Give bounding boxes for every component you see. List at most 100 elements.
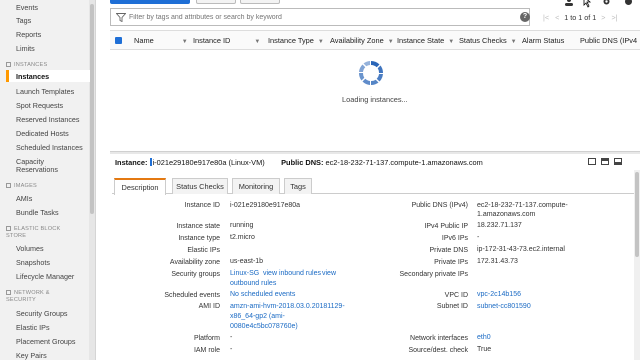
sidebar-scroll-thumb[interactable] — [90, 4, 94, 214]
first-page-icon[interactable]: |< — [543, 13, 549, 22]
sidebar-item-reserved-instances[interactable]: Reserved Instances — [16, 115, 80, 124]
tab-monitoring[interactable]: Monitoring — [232, 178, 280, 194]
sidebar-item-scheduled-instances[interactable]: Scheduled Instances — [16, 143, 83, 152]
sidebar-item-lifecycle-manager[interactable]: Lifecycle Manager — [16, 272, 74, 281]
panel-splitter[interactable] — [110, 151, 640, 154]
tab-description[interactable]: Description — [114, 178, 166, 195]
link-view-inbound-rules[interactable]: view inbound rules — [263, 270, 321, 278]
link-outbound-rules[interactable]: outbound rules — [230, 280, 276, 288]
label-subnet-id: Subnet ID — [436, 303, 468, 310]
link-ami-id-line1[interactable]: amzn-ami-hvm-2018.03.0.20181129- — [230, 303, 345, 311]
user-icon[interactable] — [564, 0, 574, 6]
column-header-instance-id[interactable]: Instance ID ▼ — [193, 36, 260, 45]
label-elastic-ips: Elastic IPs — [187, 247, 220, 254]
link-view[interactable]: view — [322, 270, 336, 278]
sidebar-item-dedicated-hosts[interactable]: Dedicated Hosts — [16, 129, 69, 138]
sidebar-item-elastic-ips[interactable]: Elastic IPs — [16, 323, 50, 332]
sidebar-item-launch-templates[interactable]: Launch Templates — [16, 87, 74, 96]
pagination: |< < 1 to 1 of 1 > >| — [540, 13, 621, 22]
link-ami-id-line2[interactable]: x86_64-gp2 (ami- — [230, 313, 285, 321]
sidebar-item-volumes[interactable]: Volumes — [16, 244, 44, 253]
label-ipv6-ips: IPv6 IPs — [441, 235, 468, 242]
sidebar-item-events[interactable]: Events — [16, 3, 38, 12]
label-private-ips: Private IPs — [434, 259, 468, 266]
column-header-alarm-status[interactable]: Alarm Status — [522, 36, 564, 45]
link-ami-id-line3[interactable]: 0080e4c5bc078760e) — [230, 323, 298, 331]
value-availability-zone: us-east-1b — [230, 258, 264, 265]
connect-button[interactable] — [196, 0, 236, 4]
label-ipv4-public-ip: IPv4 Public IP — [424, 223, 468, 230]
sidebar-item-reports[interactable]: Reports — [16, 30, 41, 39]
value-ipv4-public-ip: 18.232.71.137 — [477, 222, 522, 229]
sidebar-item-instances[interactable]: Instances — [16, 72, 49, 81]
sidebar-item-placement-groups[interactable]: Placement Groups — [16, 337, 76, 346]
sidebar-item-spot-requests[interactable]: Spot Requests — [16, 101, 63, 110]
minimize-panel-icon[interactable] — [614, 158, 622, 165]
public-dns-summary: ec2-18-232-71-137.compute-1.amazonaws.co… — [325, 158, 483, 167]
gear-icon[interactable] — [602, 0, 611, 6]
sidebar-item-limits[interactable]: Limits — [16, 44, 35, 53]
sidebar: Events Tags Reports Limits INSTANCES Ins… — [0, 0, 96, 360]
value-instance-type: t2.micro — [230, 234, 255, 241]
sidebar-item-tags[interactable]: Tags — [16, 16, 31, 25]
link-vpc-id[interactable]: vpc-2c14b156 — [477, 291, 521, 299]
detail-scrollbar[interactable] — [634, 170, 640, 360]
value-ipv6-ips: - — [477, 234, 480, 241]
collapse-icon — [6, 183, 11, 188]
value-private-ips: 172.31.43.73 — [477, 258, 518, 265]
value-iam-role: - — [230, 346, 233, 353]
tab-status-checks[interactable]: Status Checks — [172, 178, 228, 194]
section-instances[interactable]: INSTANCES — [6, 62, 47, 69]
column-header-status-checks[interactable]: Status Checks ▼ — [459, 36, 517, 45]
sidebar-item-snapshots[interactable]: Snapshots — [16, 258, 50, 267]
select-all-checkbox[interactable] — [115, 37, 122, 44]
section-network-security[interactable]: NETWORK & SECURITY — [6, 290, 50, 304]
help-circle-icon[interactable] — [624, 0, 633, 6]
link-no-scheduled-events[interactable]: No scheduled events — [230, 291, 295, 299]
link-subnet-id[interactable]: subnet-cc801590 — [477, 303, 531, 311]
section-title-line2: SECURITY — [6, 297, 36, 303]
split-panel-icon[interactable] — [601, 158, 609, 165]
instance-summary: Instance: i-021e29180e917e80a (Linux-VM)… — [115, 158, 483, 167]
tab-tags[interactable]: Tags — [284, 178, 312, 194]
pagination-text: 1 to 1 of 1 — [564, 13, 597, 22]
collapse-icon — [6, 226, 11, 231]
link-eth0[interactable]: eth0 — [477, 334, 491, 342]
section-ebs[interactable]: ELASTIC BLOCK STORE — [6, 226, 60, 240]
next-page-icon[interactable]: > — [601, 13, 605, 22]
column-header-instance-state[interactable]: Instance State ▼ — [397, 36, 454, 45]
label-network-interfaces: Network interfaces — [410, 335, 468, 342]
collapse-icon — [6, 62, 11, 67]
actions-button[interactable] — [240, 0, 280, 4]
value-private-dns: ip-172-31-43-73.ec2.internal — [477, 246, 565, 253]
column-header-name[interactable]: Name ▼ — [134, 36, 188, 45]
last-page-icon[interactable]: >| — [611, 13, 617, 22]
sidebar-scrollbar[interactable] — [89, 0, 95, 360]
prev-page-icon[interactable]: < — [555, 13, 559, 22]
sidebar-item-amis[interactable]: AMIs — [16, 194, 32, 203]
launch-instance-button[interactable] — [110, 0, 190, 4]
value-instance-id: i-021e29180e917e80a — [230, 202, 301, 209]
column-header-public-dns[interactable]: Public DNS (IPv4 — [580, 36, 637, 45]
column-header-instance-type[interactable]: Instance Type ▼ — [268, 36, 324, 45]
section-images[interactable]: IMAGES — [6, 183, 37, 190]
column-header-availability-zone[interactable]: Availability Zone ▼ — [330, 36, 394, 45]
detail-scroll-thumb[interactable] — [635, 172, 639, 257]
search-input[interactable] — [129, 11, 519, 24]
sort-caret-icon: ▼ — [254, 39, 261, 45]
maximize-panel-icon[interactable] — [588, 158, 596, 165]
sidebar-item-security-groups[interactable]: Security Groups — [16, 309, 68, 318]
search-help-icon[interactable]: ? — [520, 12, 530, 22]
table-header: Name ▼ Instance ID ▼ Instance Type ▼ Availa… — [110, 30, 640, 50]
sort-caret-icon: ▼ — [317, 39, 324, 45]
sidebar-item-reservations[interactable]: Reservations — [16, 165, 58, 174]
label-security-groups: Security groups — [171, 271, 220, 278]
pointer-cursor-icon — [583, 0, 592, 8]
section-title: INSTANCES — [14, 62, 48, 68]
link-linux-sg[interactable]: Linux-SG — [230, 270, 259, 278]
label-private-dns: Private DNS — [429, 247, 468, 254]
action-bar — [104, 0, 640, 8]
sidebar-item-key-pairs[interactable]: Key Pairs — [16, 351, 47, 360]
sidebar-item-bundle-tasks[interactable]: Bundle Tasks — [16, 208, 59, 217]
section-title: NETWORK & — [14, 290, 50, 296]
